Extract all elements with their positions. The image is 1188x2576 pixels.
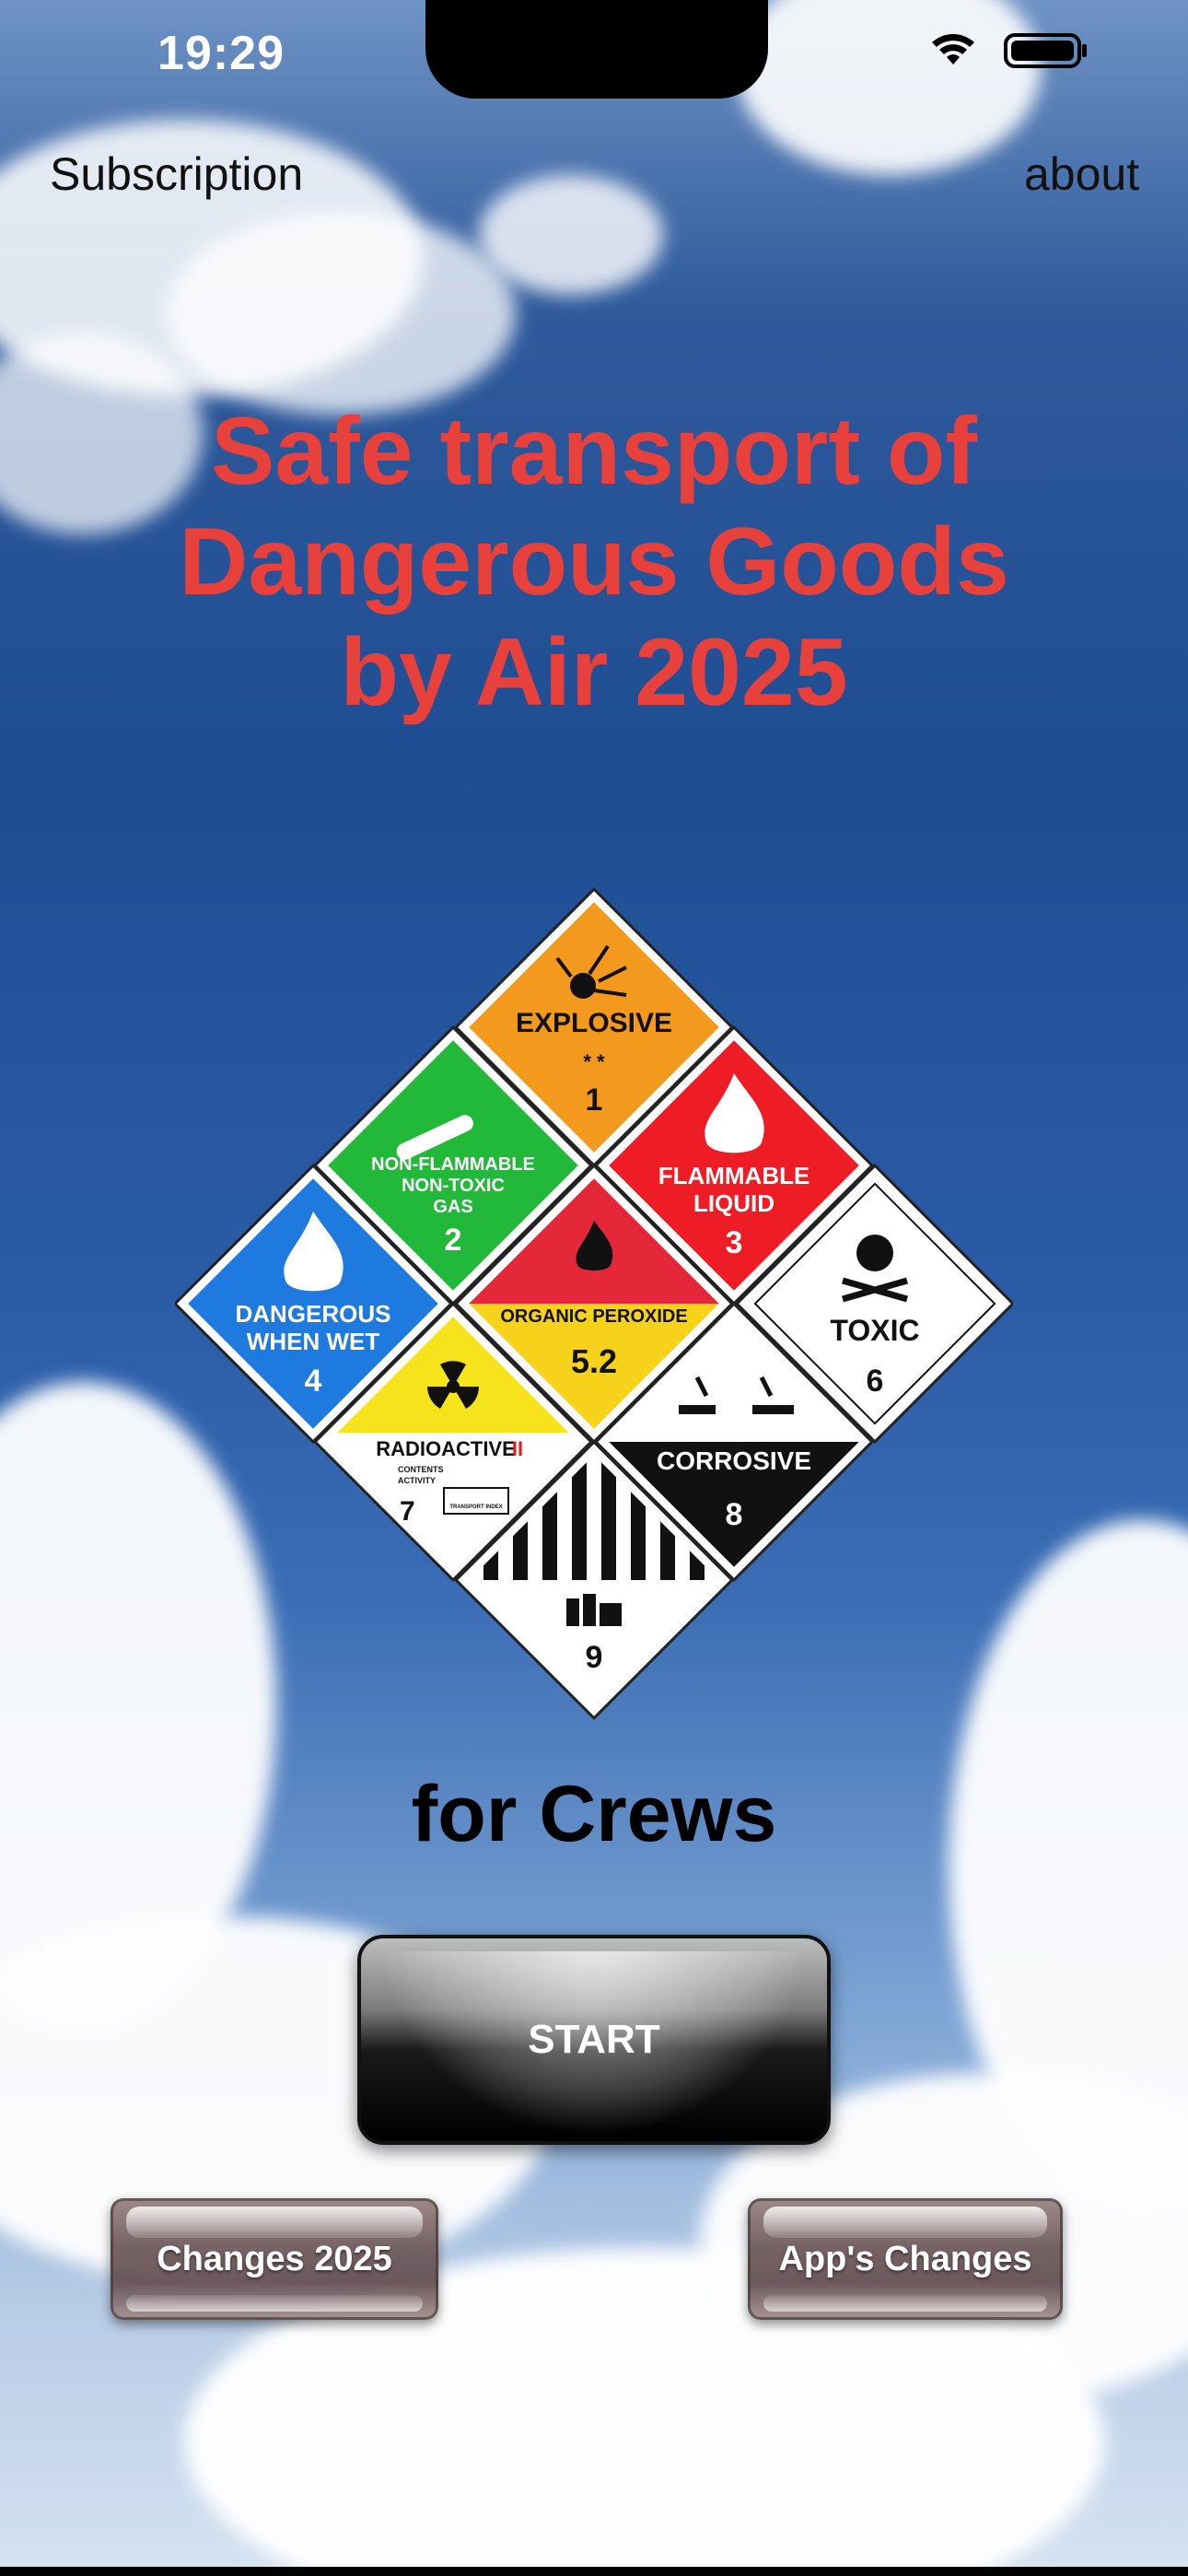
peroxide-num: 5.2 [571,1342,617,1380]
toxic-label: TOXIC [830,1314,919,1347]
app-changes-label: App's Changes [778,2239,1032,2278]
wet-line-1: DANGEROUS [235,1300,390,1328]
app-changes-button[interactable]: App's Changes [748,2198,1063,2320]
app-title: Safe transport of Dangerous Goods by Air… [0,396,1188,728]
start-button[interactable]: START [357,1935,831,2145]
about-link[interactable]: about [1024,147,1139,201]
gas-line-3: GAS [433,1197,472,1217]
dynamic-island [425,0,768,99]
changes-2025-button[interactable]: Changes 2025 [111,2198,438,2320]
subscription-link[interactable]: Subscription [50,147,303,201]
misc-num: 9 [586,1640,603,1675]
gas-line-2: NON-TOXIC [402,1176,505,1196]
title-line-2: Dangerous Goods [179,509,1009,615]
wifi-icon [932,34,974,64]
gas-num: 2 [445,1223,462,1258]
wet-line-2: WHEN WET [247,1328,380,1355]
toxic-num: 6 [867,1364,884,1399]
title-line-1: Safe transport of [210,398,978,505]
battery-icon [1004,33,1087,68]
radioactive-num: 7 [400,1496,415,1527]
corrosive-num: 8 [726,1497,743,1532]
radioactive-index: TRANSPORT INDEX [449,1505,502,1510]
status-icons [921,26,1087,72]
gas-line-1: NON-FLAMMABLE [371,1154,535,1175]
wet-num: 4 [305,1364,322,1399]
start-button-label: START [528,2017,660,2062]
radioactive-label: RADIOACTIVE [376,1437,516,1460]
explosive-stars: * * [583,1050,605,1073]
flammable-line-1: FLAMMABLE [658,1162,810,1189]
changes-2025-label: Changes 2025 [157,2239,392,2278]
explosive-label: EXPLOSIVE [516,1008,672,1038]
flammable-num: 3 [726,1225,743,1260]
title-line-3: by Air 2025 [340,619,848,726]
radioactive-contents: CONTENTS [398,1465,444,1474]
peroxide-label: ORGANIC PEROXIDE [500,1306,687,1327]
radioactive-roman: II [512,1437,523,1460]
corrosive-label: CORROSIVE [657,1446,811,1475]
status-time: 19:29 [157,27,285,80]
hazard-placards: EXPLOSIVE * * 1 NON-FLAMMABLE NON-TOXIC … [172,884,1016,1723]
subtitle: for Crews [411,1770,777,1858]
explosive-num: 1 [586,1083,603,1118]
radioactive-activity: ACTIVITY [398,1476,436,1485]
home-indicator-bar [0,2567,1188,2576]
flammable-line-2: LIQUID [693,1189,775,1217]
